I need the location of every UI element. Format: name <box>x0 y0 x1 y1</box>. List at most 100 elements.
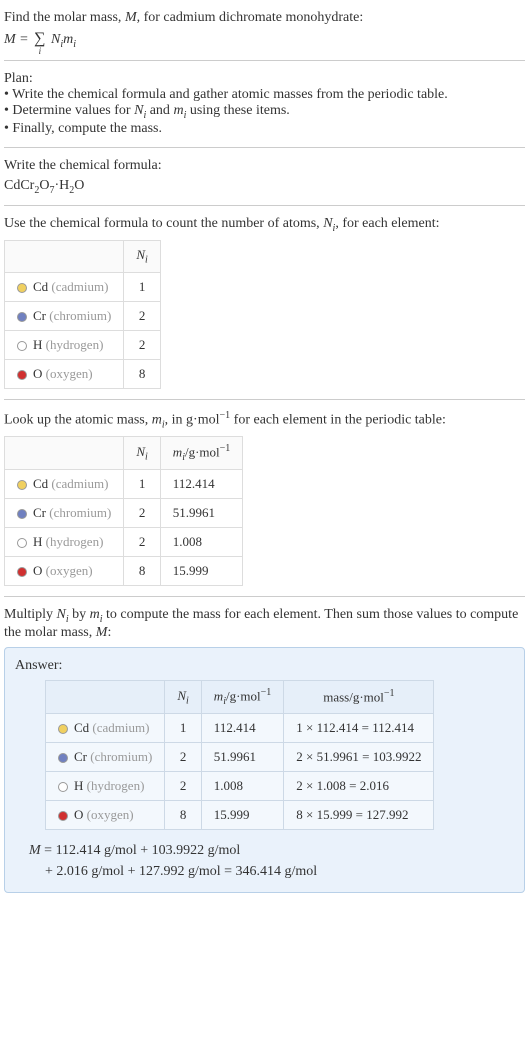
final-m-sym: M <box>29 843 41 858</box>
m-value: 1.008 <box>201 771 283 800</box>
mul-m: m <box>90 607 100 622</box>
count-atoms-section: Use the chemical formula to count the nu… <box>4 210 525 394</box>
swatch-icon <box>17 538 27 548</box>
empty-header <box>46 680 165 713</box>
swatch-icon <box>58 753 68 763</box>
element-cell: Cd (cadmium) <box>5 470 124 499</box>
lm-m: m <box>152 412 162 427</box>
swatch-icon <box>17 283 27 293</box>
mass-value: 8 × 15.999 = 127.992 <box>284 800 434 829</box>
final-line2: + 2.016 g/mol + 127.992 g/mol = 346.414 … <box>45 864 317 879</box>
swatch-icon <box>17 370 27 380</box>
m-header: mi/g·mol−1 <box>201 680 283 713</box>
mass-header: mass/g·mol−1 <box>284 680 434 713</box>
m-header: mi/g·mol−1 <box>160 437 242 470</box>
element-cell: H (hydrogen) <box>5 330 124 359</box>
mul-by: by <box>69 607 90 622</box>
write-formula-section: Write the chemical formula: CdCr2O7·H2O <box>4 152 525 202</box>
count-atoms-table: Ni Cd (cadmium) 1 Cr (chromium) 2 H (hyd… <box>4 240 161 389</box>
m-value: 1.008 <box>160 528 242 557</box>
table-row: H (hydrogen) 2 <box>5 330 161 359</box>
divider <box>4 60 525 61</box>
f-o: O <box>39 178 49 193</box>
plan-item: Determine values for Ni and mi using the… <box>4 103 525 121</box>
element-cell: H (hydrogen) <box>5 528 124 557</box>
final-molar-mass: M = 112.414 g/mol + 103.9922 g/mol + 2.0… <box>15 840 514 882</box>
swatch-icon <box>17 341 27 351</box>
divider <box>4 147 525 148</box>
answer-box: Answer: Ni mi/g·mol−1 mass/g·mol−1 Cd (c… <box>4 647 525 893</box>
answer-label: Answer: <box>15 658 514 674</box>
plan2-post: using these items. <box>186 103 289 118</box>
mul-n: N <box>57 607 66 622</box>
table-row: Ni mi/g·mol−1 mass/g·mol−1 <box>46 680 434 713</box>
mul-post: : <box>107 625 111 640</box>
mass-value: 2 × 51.9961 = 103.9922 <box>284 742 434 771</box>
n-value: 1 <box>165 713 201 742</box>
chemical-formula: CdCr2O7·H2O <box>4 178 525 196</box>
sigma-sub: i <box>39 46 42 56</box>
ca-pre: Use the chemical formula to count the nu… <box>4 216 323 231</box>
intro-m: M <box>125 10 137 25</box>
empty-header <box>5 437 124 470</box>
mul-capm: M <box>96 625 108 640</box>
write-formula-heading: Write the chemical formula: <box>4 158 525 174</box>
table-row: Cr (chromium) 2 51.9961 <box>5 499 243 528</box>
n-header: Ni <box>124 241 160 273</box>
eq-m2: m <box>63 32 73 47</box>
m-value: 51.9961 <box>160 499 242 528</box>
n-value: 2 <box>124 330 160 359</box>
intro-line1-suffix: , for cadmium dichromate monohydrate: <box>137 10 364 25</box>
divider <box>4 399 525 400</box>
f-cd: CdCr <box>4 178 34 193</box>
m-value: 51.9961 <box>201 742 283 771</box>
swatch-icon <box>58 724 68 734</box>
table-row: Cd (cadmium) 1 112.414 <box>5 470 243 499</box>
table-row: Cd (cadmium) 1 <box>5 272 161 301</box>
swatch-icon <box>17 509 27 519</box>
eq-equals: = <box>16 32 32 47</box>
m-value: 112.414 <box>160 470 242 499</box>
n-value: 2 <box>124 528 160 557</box>
m-value: 112.414 <box>201 713 283 742</box>
element-cell: Cr (chromium) <box>5 499 124 528</box>
n-value: 8 <box>124 359 160 388</box>
m-value: 15.999 <box>160 557 242 586</box>
plan2-pre: Determine values for <box>12 103 134 118</box>
n-value: 8 <box>165 800 201 829</box>
n-header: Ni <box>124 437 160 470</box>
swatch-icon <box>17 312 27 322</box>
plan-list: Write the chemical formula and gather at… <box>4 87 525 137</box>
m-value: 15.999 <box>201 800 283 829</box>
element-cell: O (oxygen) <box>5 557 124 586</box>
element-cell: Cd (cadmium) <box>5 272 124 301</box>
sigma-main: ∑ <box>34 30 45 47</box>
table-row: Cd (cadmium) 1 112.414 1 × 112.414 = 112… <box>46 713 434 742</box>
element-cell: O (oxygen) <box>5 359 124 388</box>
n-value: 1 <box>124 470 160 499</box>
eq-n: N <box>51 32 60 47</box>
lm-mid: , in g·mol <box>165 412 220 427</box>
table-row: Ni <box>5 241 161 273</box>
divider <box>4 205 525 206</box>
n-value: 2 <box>165 742 201 771</box>
divider <box>4 596 525 597</box>
sigma-symbol: ∑i <box>34 30 45 48</box>
lm-pre: Look up the atomic mass, <box>4 412 152 427</box>
plan-heading: Plan: <box>4 71 525 87</box>
swatch-icon <box>58 811 68 821</box>
table-row: O (oxygen) 8 <box>5 359 161 388</box>
plan2-m: m <box>173 103 183 118</box>
element-cell: Cr (chromium) <box>5 301 124 330</box>
eq-mi: i <box>73 39 76 50</box>
table-row: O (oxygen) 8 15.999 8 × 15.999 = 127.992 <box>46 800 434 829</box>
f-dot: ·H <box>54 178 69 193</box>
final-line1: = 112.414 g/mol + 103.9922 g/mol <box>41 843 241 858</box>
answer-table: Ni mi/g·mol−1 mass/g·mol−1 Cd (cadmium) … <box>45 680 434 830</box>
ca-post: , for each element: <box>335 216 439 231</box>
plan-item: Finally, compute the mass. <box>4 121 525 137</box>
count-atoms-text: Use the chemical formula to count the nu… <box>4 216 525 234</box>
f-ofinal: O <box>74 178 84 193</box>
n-value: 8 <box>124 557 160 586</box>
table-row: Ni mi/g·mol−1 <box>5 437 243 470</box>
